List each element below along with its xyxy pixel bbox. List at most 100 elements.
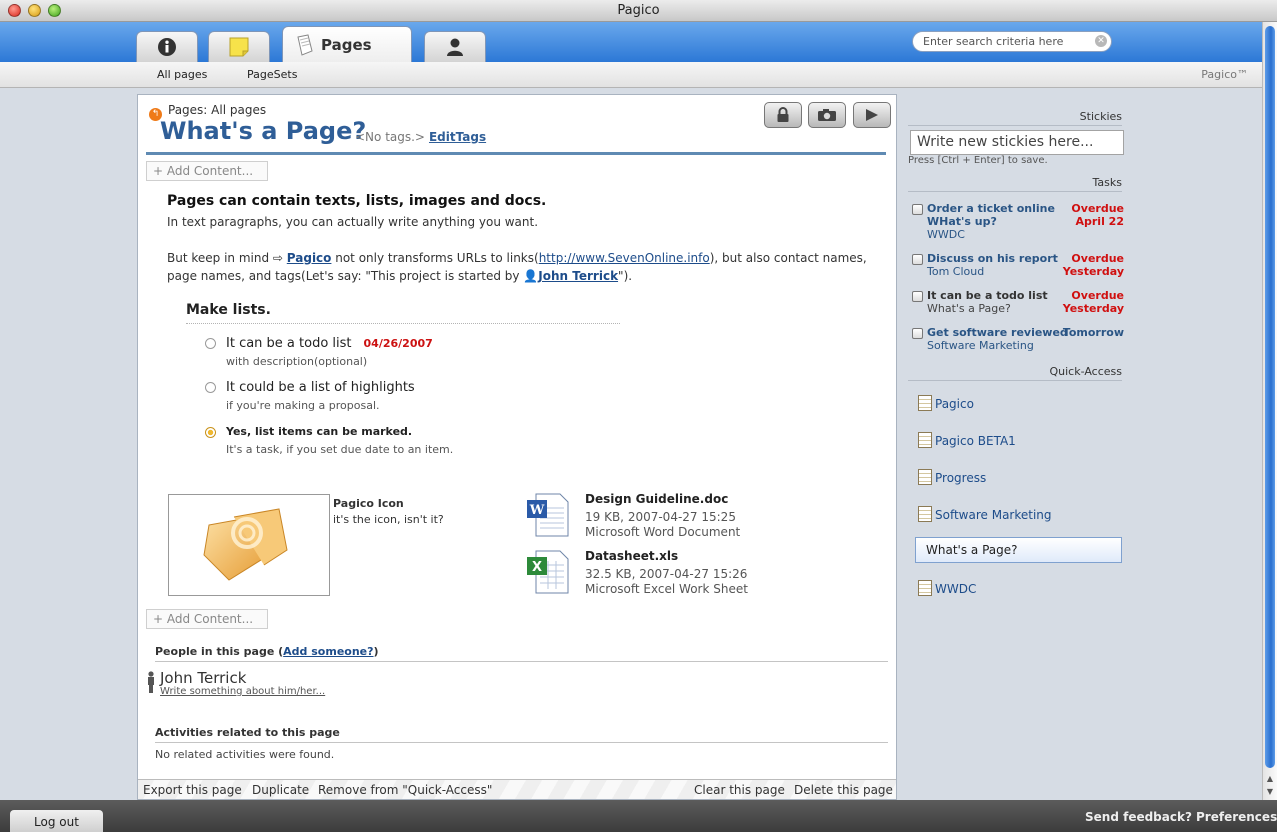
page-doc-icon [918,432,932,448]
svg-text:W: W [529,503,545,518]
quick-access-item-selected[interactable]: What's a Page? [915,537,1122,563]
tab-people[interactable] [424,31,486,62]
clear-search-icon[interactable]: ✕ [1095,35,1107,47]
word-document-icon: W [527,493,569,537]
duplicate-button[interactable]: Duplicate [252,783,309,797]
quick-access-heading: Quick-Access [908,365,1122,381]
preferences-link[interactable]: Preferences [1196,810,1277,824]
delete-page-button[interactable]: Delete this page [794,783,893,797]
list-item-marker-marked[interactable] [205,427,216,438]
add-content-button-top[interactable]: + Add Content... [146,161,268,181]
edit-tags-link[interactable]: EditTags [429,130,486,144]
task-status: Overdue Yesterday [1062,252,1124,278]
play-icon [866,109,878,121]
lock-icon [777,107,789,122]
breadcrumb-text: Pages: All pages [168,103,267,117]
camera-icon [818,109,836,121]
task-checkbox[interactable] [912,291,923,302]
pagico-icon-image[interactable] [168,494,330,596]
title-divider [146,152,886,155]
quick-access-item[interactable]: Pagico [918,395,974,411]
content-heading: Pages can contain texts, lists, images a… [167,193,547,209]
window-title: Pagico [617,3,660,18]
tab-pages-label: Pages [321,35,372,54]
due-date: 04/26/2007 [363,337,433,350]
task-item[interactable]: Order a ticket online WHat's up? WWDC Ov… [912,202,1124,241]
list-title: Make lists. [186,302,620,324]
remove-quick-access-button[interactable]: Remove from "Quick-Access" [318,783,492,797]
list-item-marker[interactable] [205,382,216,393]
quick-access-item[interactable]: WWDC [918,580,976,596]
excel-sheet-icon: X [527,550,569,594]
page-doc-icon [918,469,932,485]
tab-stickies[interactable] [208,31,270,62]
vertical-scrollbar[interactable]: ▲ ▼ [1262,22,1277,800]
brand-label: Pagico™ [1201,68,1248,81]
contact-icon: 👤 [523,269,539,283]
links-paragraph-line2: page names, and tags(Let's say: "This pr… [167,269,633,283]
link-arrow-icon: ⇨ [272,251,283,265]
page-title: What's a Page? [160,117,367,145]
task-item[interactable]: Discuss on his report Tom Cloud Overdue Y… [912,252,1124,280]
pagico-logo-icon [203,508,288,581]
john-terrick-link[interactable]: John Terrick [538,269,618,283]
person-name[interactable]: John Terrick [160,669,246,687]
task-status: Overdue April 22 [1071,202,1124,228]
no-activities-text: No related activities were found. [155,748,335,761]
write-about-link[interactable]: Write something about him/her... [160,686,325,697]
task-checkbox[interactable] [912,328,923,339]
url-link[interactable]: http://www.SevenOnline.info [539,251,710,265]
page-panel: ↰ Pages: All pages What's a Page? <No tag… [137,94,897,800]
tasks-heading: Tasks [908,176,1122,192]
page-footer-toolbar: Export this page Duplicate Remove from "… [138,779,896,799]
send-feedback-link[interactable]: Send feedback? [1085,810,1192,824]
new-sticky-input[interactable]: Write new stickies here... [910,130,1124,155]
image-caption: Pagico Icon it's the icon, isn't it? [333,497,444,526]
export-page-button[interactable]: Export this page [143,783,242,797]
add-someone-link[interactable]: Add someone? [283,645,373,658]
task-status: Overdue Yesterday [1062,289,1124,315]
tags-area: <No tags.> EditTags [355,130,486,144]
activities-section-heading: Activities related to this page [155,726,888,743]
svg-text:X: X [532,560,542,575]
clear-page-button[interactable]: Clear this page [694,783,785,797]
search-input[interactable]: Enter search criteria here ✕ [912,31,1112,52]
tab-pages[interactable]: Pages [282,26,412,62]
page-doc-icon [918,506,932,522]
scroll-down-arrow-icon[interactable]: ▼ [1265,787,1275,796]
sticky-save-hint: Press [Ctrl + Enter] to save. [908,155,1048,166]
quick-access-item[interactable]: Pagico BETA1 [918,432,1016,448]
list-item-marker[interactable] [205,338,216,349]
page-doc-icon [918,580,932,596]
page-icon [297,33,313,56]
page-doc-icon [918,395,932,411]
person-icon [447,38,463,56]
task-checkbox[interactable] [912,204,923,215]
app-header: Pages Enter search criteria here ✕ [0,22,1262,62]
people-section-heading: People in this page (Add someone?) [155,645,888,662]
tab-info[interactable] [136,31,198,62]
logout-button[interactable]: Log out [10,810,103,832]
task-item[interactable]: Get software reviewed Software Marketing… [912,326,1124,354]
search-placeholder: Enter search criteria here [923,35,1064,48]
add-content-button-bottom[interactable]: + Add Content... [146,609,268,629]
quick-access-item[interactable]: Software Marketing [918,506,1052,522]
task-item[interactable]: It can be a todo list What's a Page? Ove… [912,289,1124,317]
person-figure-icon [148,671,154,693]
bottom-bar: Log out Send feedback? Preferences [0,800,1277,832]
lock-button[interactable] [764,102,802,128]
stickies-heading: Stickies [908,110,1122,126]
scrollbar-thumb[interactable] [1265,26,1275,768]
subnav-all-pages[interactable]: All pages [157,68,207,81]
scroll-up-arrow-icon[interactable]: ▲ [1265,774,1275,783]
links-paragraph-line1: But keep in mind ⇨ Pagico not only trans… [167,251,867,265]
intro-paragraph: In text paragraphs, you can actually wri… [167,215,539,229]
sub-navigation: All pages PageSets Pagico™ [0,62,1262,88]
subnav-pagesets[interactable]: PageSets [247,68,297,81]
pagico-page-link[interactable]: Pagico [287,251,332,265]
task-checkbox[interactable] [912,254,923,265]
present-button[interactable] [853,102,891,128]
quick-access-item[interactable]: Progress [918,469,986,485]
snapshot-button[interactable] [808,102,846,128]
sticky-note-icon [229,37,249,57]
